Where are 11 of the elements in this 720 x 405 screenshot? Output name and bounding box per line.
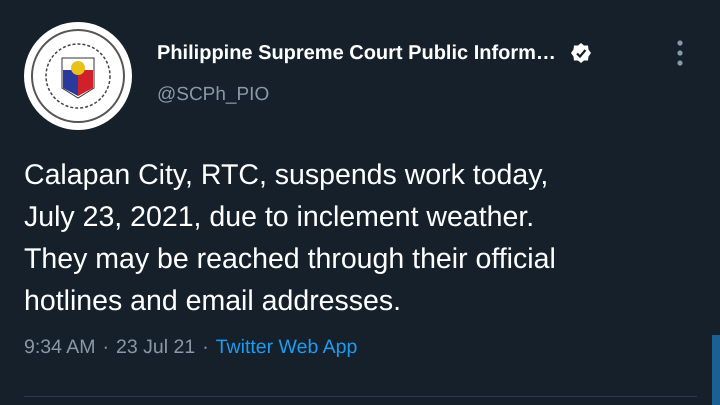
author-name[interactable]: Philippine Supreme Court Public Inform… xyxy=(157,42,556,64)
scrollbar[interactable] xyxy=(712,335,720,405)
tweet-text: Calapan City, RTC, suspends work today, July 23, 2021, due to inclement weather. They may be reached through their official hotlines and email addresses. xyxy=(24,158,557,319)
timestamp-text: 23 Jul 21 xyxy=(116,336,196,359)
separator-dot: · xyxy=(102,336,110,359)
author-handle[interactable]: @SCPh_PIO xyxy=(157,84,697,106)
more-options-icon[interactable] xyxy=(677,40,683,66)
source-link[interactable]: Twitter Web App xyxy=(216,336,358,359)
separator-dot: · xyxy=(202,336,209,359)
avatar-seal-icon[interactable] xyxy=(24,22,132,130)
timestamp-text: 9:34 AM xyxy=(24,336,96,359)
